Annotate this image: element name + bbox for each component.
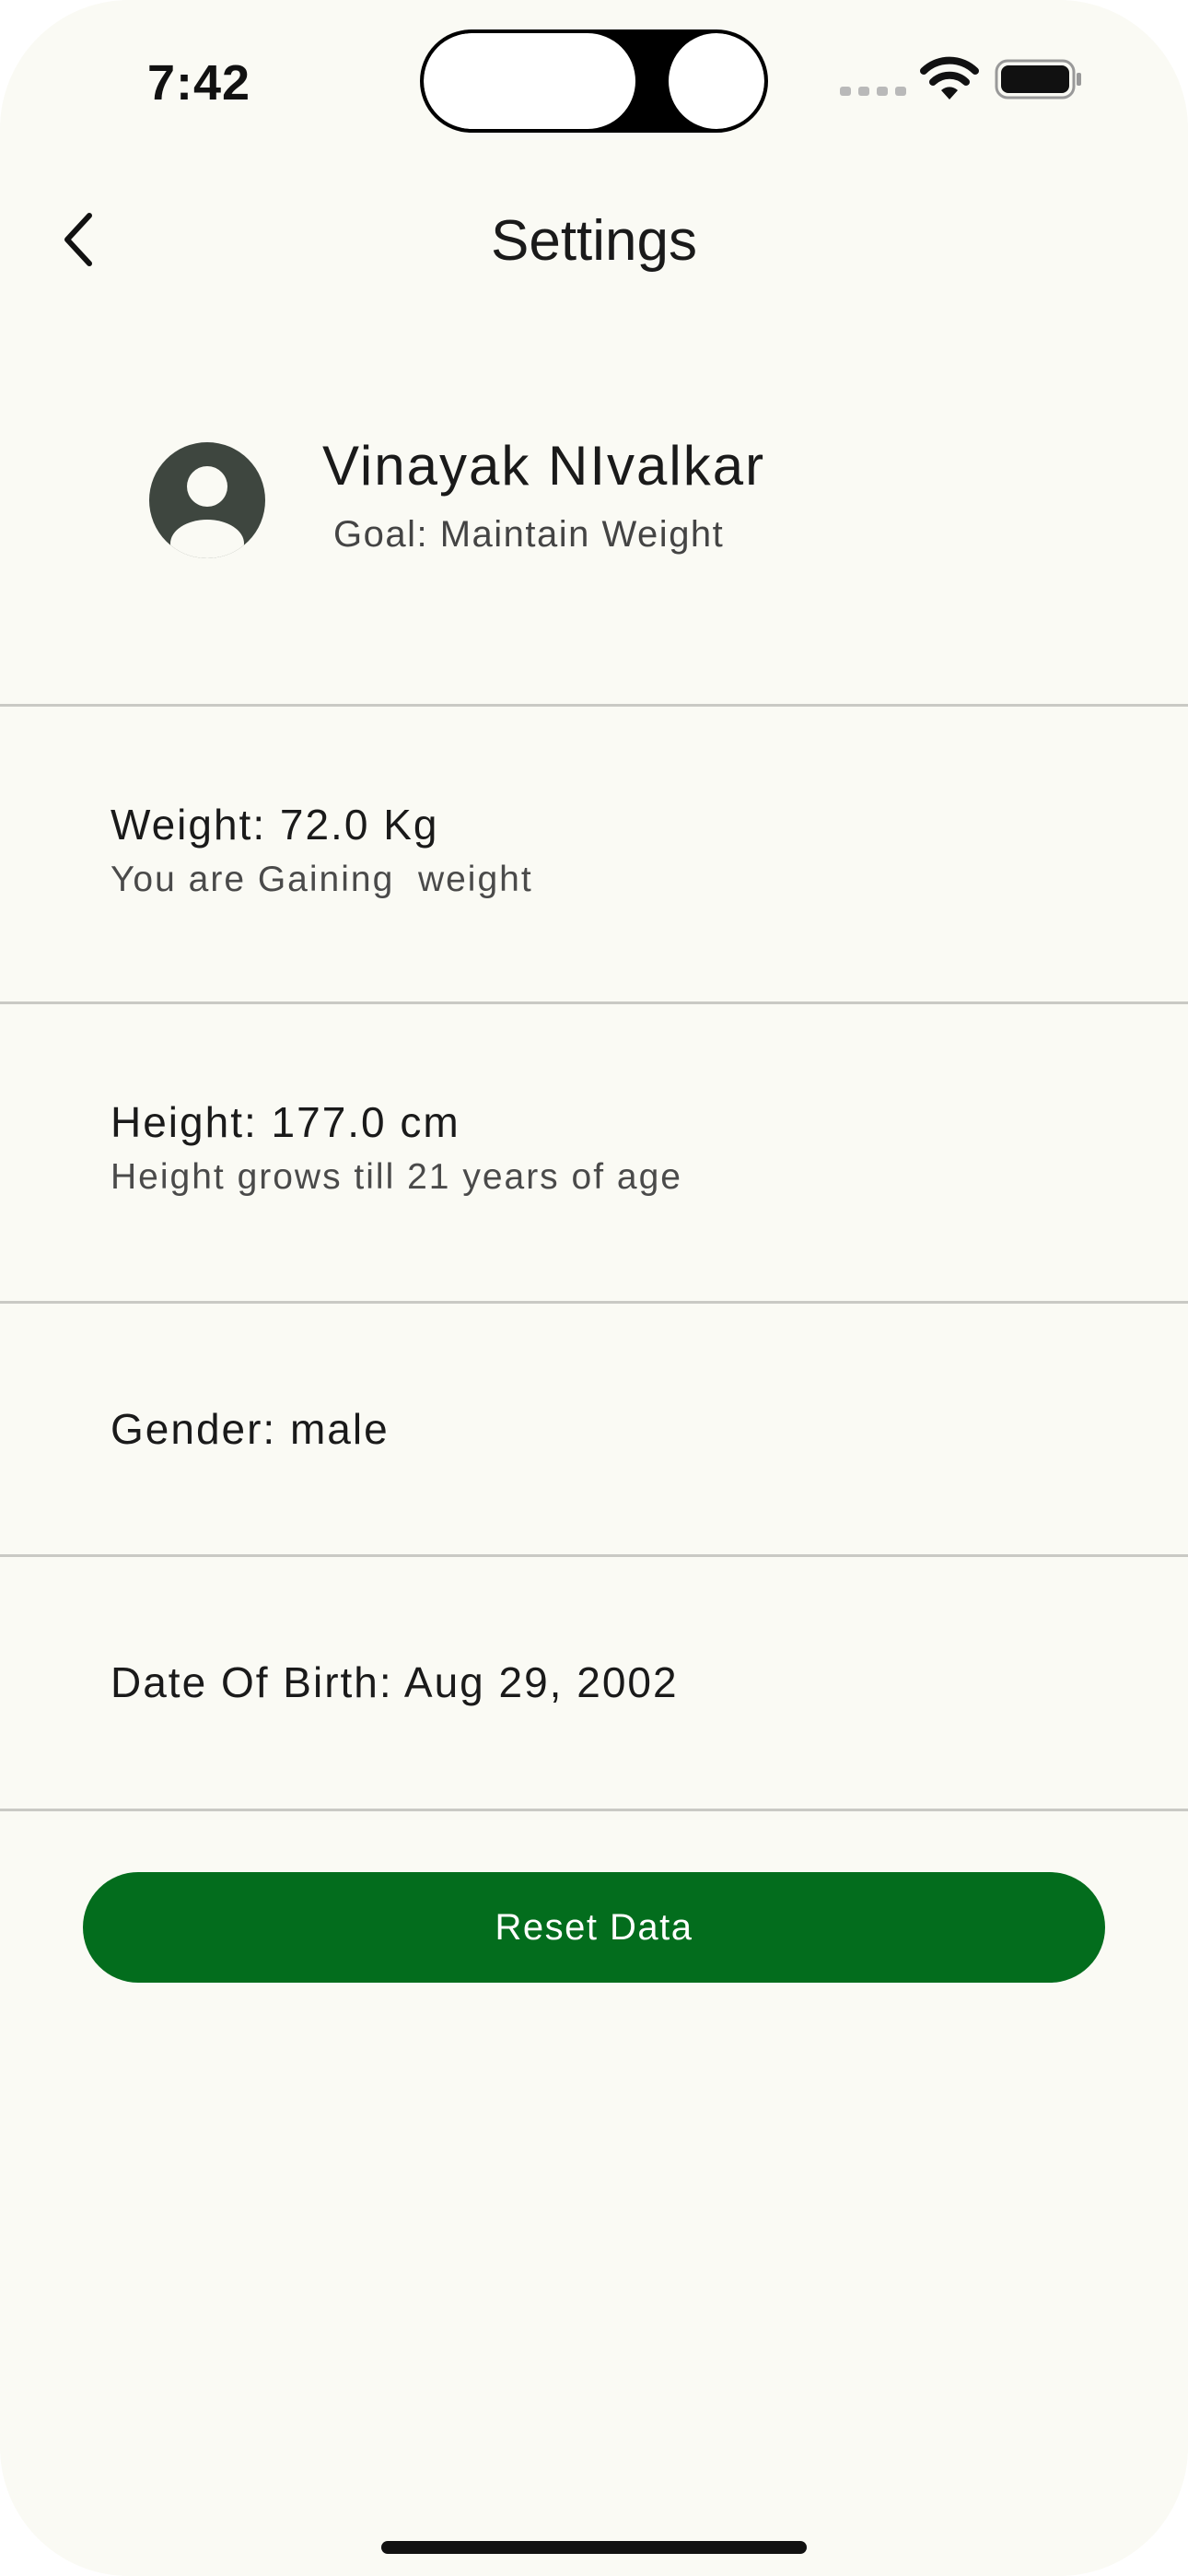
cellular-signal-icon bbox=[840, 87, 906, 96]
gender-label: Gender: male bbox=[111, 1405, 390, 1453]
island-pill bbox=[424, 33, 635, 129]
island-dot bbox=[669, 33, 764, 129]
gender-row[interactable]: Gender: male bbox=[0, 1304, 1188, 1554]
status-time: 7:42 bbox=[147, 55, 251, 111]
home-indicator[interactable] bbox=[381, 2541, 807, 2554]
battery-icon bbox=[995, 59, 1081, 100]
date-of-birth-label: Date Of Birth: Aug 29, 2002 bbox=[111, 1658, 679, 1706]
profile-goal: Goal: Maintain Weight bbox=[333, 514, 725, 555]
page-title: Settings bbox=[490, 209, 698, 273]
date-of-birth-row[interactable]: Date Of Birth: Aug 29, 2002 bbox=[0, 1557, 1188, 1808]
height-note: Height grows till 21 years of age bbox=[111, 1157, 682, 1197]
height-label: Height: 177.0 cm bbox=[111, 1098, 460, 1146]
reset-data-button[interactable]: Reset Data bbox=[83, 1872, 1105, 1983]
height-row[interactable]: Height: 177.0 cm Height grows till 21 ye… bbox=[0, 1004, 1188, 1301]
settings-screen: 7:42 Settings Vinayak NIvalkar Goal: Mai… bbox=[0, 0, 1188, 2576]
person-avatar-icon bbox=[149, 442, 265, 558]
weight-status: You are Gaining weight bbox=[111, 860, 533, 899]
weight-row[interactable]: Weight: 72.0 Kg You are Gaining weight bbox=[0, 707, 1188, 1001]
profile-name: Vinayak NIvalkar bbox=[322, 435, 766, 497]
dynamic-island bbox=[420, 29, 768, 133]
divider bbox=[0, 1809, 1188, 1811]
wifi-icon bbox=[920, 56, 979, 100]
weight-label: Weight: 72.0 Kg bbox=[111, 801, 439, 849]
